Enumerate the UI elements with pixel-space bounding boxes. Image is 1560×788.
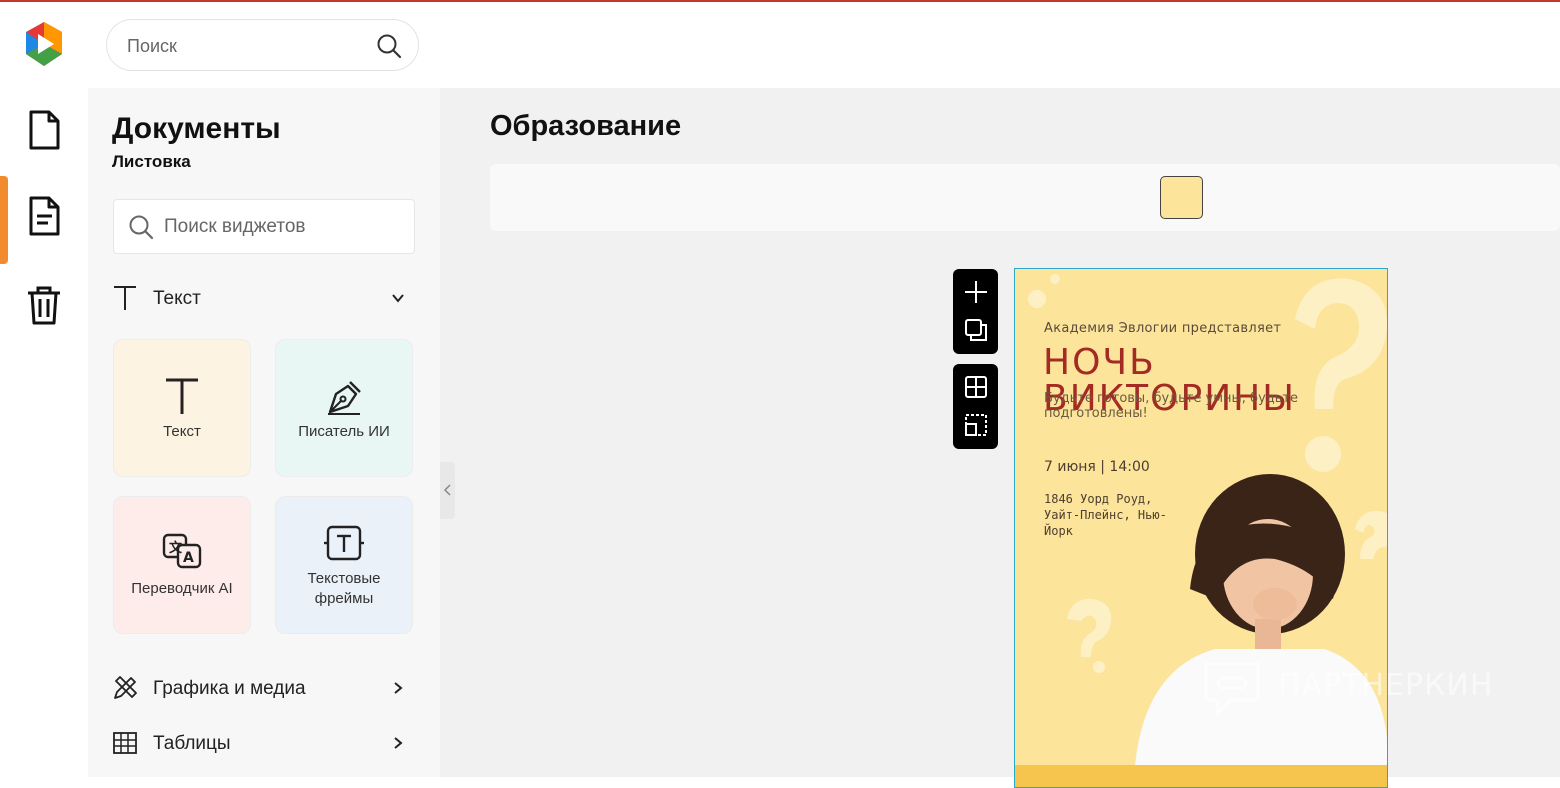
search-icon [129, 215, 154, 240]
table-grid-icon [113, 732, 137, 754]
app-logo[interactable] [22, 20, 66, 68]
context-toolbar [490, 164, 1560, 231]
widget-card-label: Переводчик AI [131, 580, 233, 597]
background-color-swatch[interactable] [1160, 176, 1203, 219]
panel-title: Документы [112, 112, 281, 145]
section-tables[interactable]: Таблицы [112, 727, 416, 761]
translate-icon: 文 A [162, 533, 202, 569]
search-icon[interactable] [376, 33, 402, 59]
document-text-icon [29, 196, 60, 236]
chevron-right-icon[interactable] [390, 680, 406, 696]
section-graphics[interactable]: Графика и медиа [112, 672, 416, 706]
widget-card-translator[interactable]: 文 A Переводчик AI [113, 496, 251, 634]
global-search [106, 19, 419, 71]
rail-trash-button[interactable] [22, 282, 66, 326]
grid-icon[interactable] [963, 374, 989, 400]
section-tables-label: Таблицы [153, 733, 231, 754]
widget-search-input[interactable] [164, 214, 404, 240]
chevron-down-icon[interactable] [390, 290, 406, 306]
widget-card-ai-writer[interactable]: Писатель ИИ [275, 339, 413, 477]
watermark-text: ПАРТНЕРКИН [1278, 668, 1494, 703]
layout-actions-bar [953, 364, 998, 449]
widget-search [113, 199, 415, 254]
flyer-tagline[interactable]: Будьте готовы, будьте умны, будьте подго… [1044, 391, 1304, 421]
widget-panel: Документы Листовка Текст Текст [88, 88, 440, 777]
text-t-icon [114, 286, 136, 310]
widget-card-label: Писатель ИИ [298, 423, 390, 440]
rail-active-indicator [0, 176, 8, 264]
app-header [0, 2, 1560, 88]
select-area-icon[interactable] [963, 412, 989, 438]
flyer-address[interactable]: 1846 Уорд Роуд, Уайт-Плейнс, Нью-Йорк [1044, 491, 1184, 539]
widget-card-text[interactable]: Текст [113, 339, 251, 477]
svg-text:A: A [183, 550, 194, 566]
widget-card-label: Текстовые фреймы [307, 570, 381, 607]
rail-documents-button[interactable] [22, 108, 66, 152]
section-text-label: Текст [153, 288, 201, 309]
chevron-right-icon[interactable] [390, 735, 406, 751]
section-graphics-label: Графика и медиа [153, 678, 306, 699]
document-icon [29, 110, 60, 150]
widget-card-text-frames[interactable]: Текстовые фреймы [275, 496, 413, 634]
panel-subtitle: Листовка [112, 152, 191, 171]
rail-widgets-button[interactable] [22, 194, 66, 238]
pen-nib-icon [328, 381, 361, 415]
text-frame-icon [324, 525, 364, 561]
widget-card-label: Текст [163, 423, 201, 440]
chevron-left-icon [443, 484, 451, 496]
pencil-ruler-icon [114, 676, 137, 699]
flyer-date[interactable]: 7 июня | 14:00 [1044, 459, 1150, 475]
workspace-title: Образование [490, 110, 682, 142]
watermark: ПАРТНЕРКИН [1202, 660, 1512, 720]
flyer-intro[interactable]: Академия Эвлогии представляет [1044, 321, 1281, 336]
left-rail [0, 88, 88, 777]
element-actions-bar [953, 269, 998, 354]
panel-collapse-handle[interactable] [440, 462, 455, 519]
duplicate-icon[interactable] [963, 317, 989, 343]
add-icon[interactable] [963, 279, 989, 305]
svg-text:文: 文 [169, 540, 183, 556]
chat-bubble-icon [1204, 662, 1260, 719]
trash-icon [28, 286, 60, 325]
section-text[interactable]: Текст [112, 282, 416, 316]
text-t-icon [166, 378, 198, 414]
global-search-input[interactable] [127, 33, 367, 59]
